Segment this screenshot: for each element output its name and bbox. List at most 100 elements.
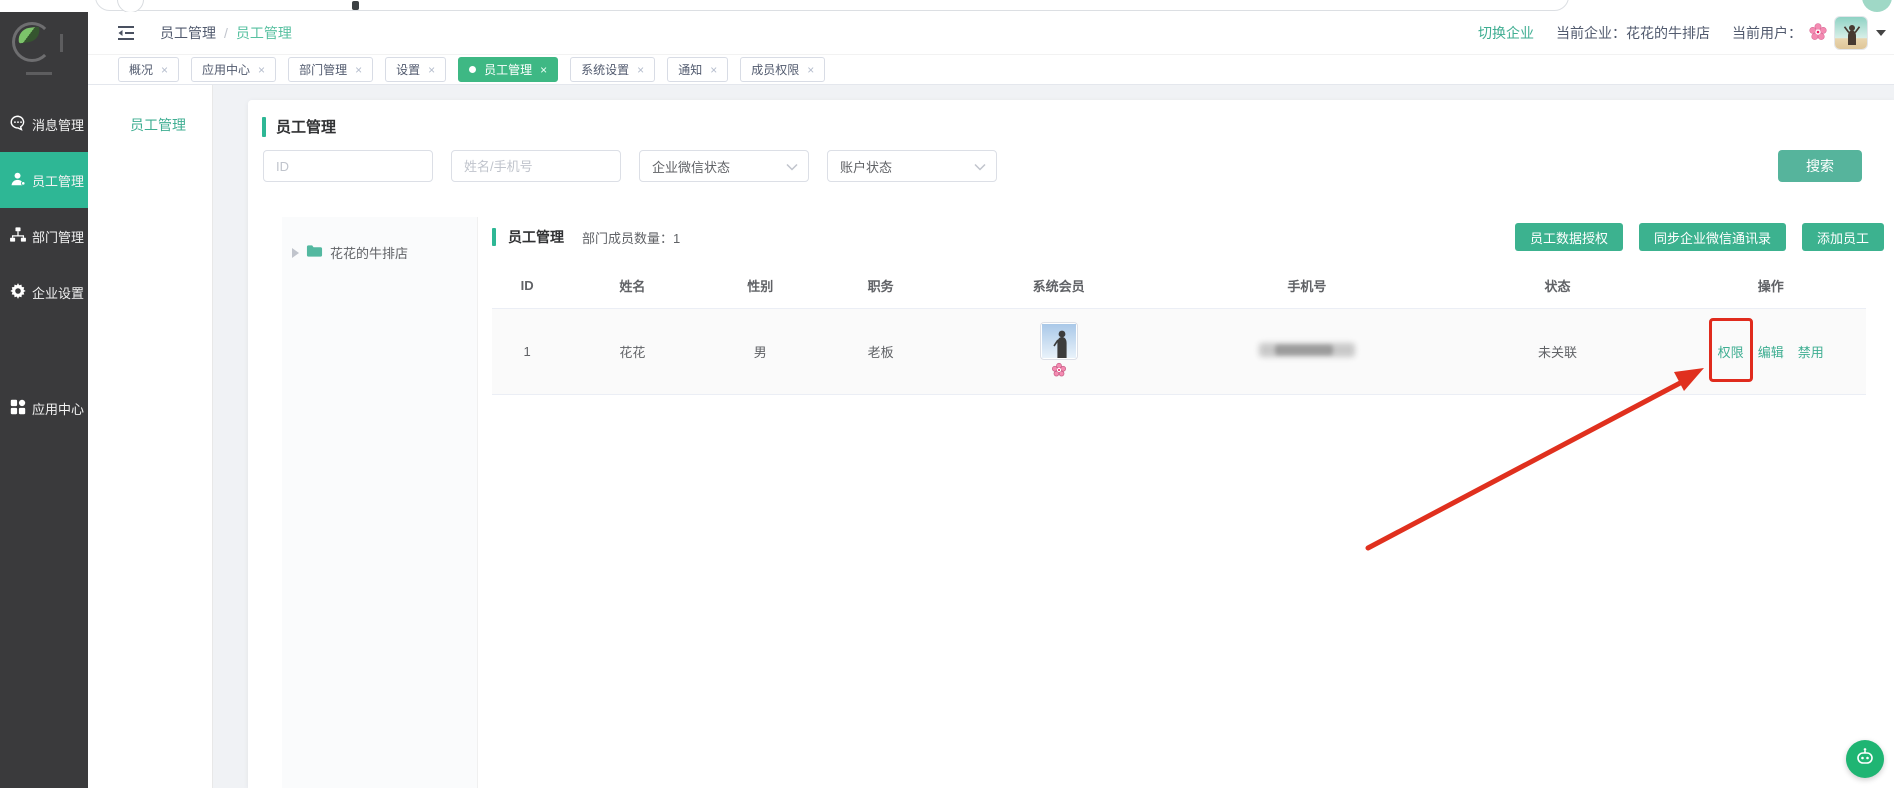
permission-link[interactable]: 权限 (1718, 342, 1744, 361)
user-avatar[interactable] (1834, 16, 1868, 50)
cell-status: 未关联 (1440, 308, 1676, 394)
employee-section-header: 员工管理 部门成员数量：1 员工数据授权 同步企业微信通讯录 添加员工 (492, 222, 1884, 252)
table-header-row: ID 姓名 性别 职务 系统会员 手机号 状态 操作 (492, 264, 1866, 308)
sync-wecom-contacts-button[interactable]: 同步企业微信通讯录 (1639, 223, 1786, 251)
cell-member (943, 308, 1174, 394)
add-employee-button[interactable]: 添加员工 (1802, 223, 1884, 251)
active-tab-dot (469, 66, 476, 73)
browser-edge-strip (0, 0, 1894, 12)
account-status-select[interactable]: 账户状态 (827, 150, 997, 182)
sidebar-item-employees[interactable]: 员工管理 (0, 152, 88, 208)
col-header-title: 职务 (818, 264, 943, 308)
secondary-sidebar: 员工管理 (88, 85, 213, 788)
tab-settings[interactable]: 设置 × (385, 57, 446, 82)
gear-icon (9, 282, 27, 303)
tab-close-icon[interactable]: × (355, 64, 362, 76)
col-header-status: 状态 (1440, 264, 1676, 308)
secondary-nav-item-employees[interactable]: 员工管理 (130, 115, 212, 135)
logo-dash (60, 34, 63, 52)
logo-dash (26, 72, 52, 75)
main-sidebar: 消息管理 员工管理 部门管理 企业设置 应用中心 (0, 12, 88, 788)
tab-employees-active[interactable]: 员工管理 × (458, 57, 558, 82)
chevron-down-icon (786, 159, 798, 174)
tab-notifications[interactable]: 通知 × (667, 57, 728, 82)
data-authorize-button[interactable]: 员工数据授权 (1515, 223, 1623, 251)
tab-label: 应用中心 (202, 61, 250, 78)
sidebar-item-label: 员工管理 (32, 171, 84, 190)
sidebar-item-label: 应用中心 (32, 399, 84, 418)
content-area: 员工管理 员工管理 企业微信状态 账户状态 搜索 花花的牛排店 (88, 85, 1894, 788)
cell-id: 1 (492, 308, 562, 394)
sidebar-item-departments[interactable]: 部门管理 (0, 208, 88, 264)
cell-name: 花花 (562, 308, 702, 394)
member-avatar[interactable] (1040, 322, 1078, 360)
chevron-down-icon (974, 159, 986, 174)
tab-app-center[interactable]: 应用中心 × (191, 57, 276, 82)
breadcrumb: 员工管理 / 员工管理 (160, 23, 292, 43)
tab-overview[interactable]: 概况 × (118, 57, 179, 82)
current-company-value: 花花的牛排店 (1626, 25, 1710, 41)
header-right: 切换企业 当前企业：花花的牛排店 当前用户： (1478, 16, 1894, 50)
tab-close-icon[interactable]: × (428, 64, 435, 76)
member-flower-badge-icon (1051, 362, 1067, 381)
tab-label: 成员权限 (751, 61, 799, 78)
name-phone-input[interactable] (451, 150, 621, 182)
account-status-value: 账户状态 (840, 157, 892, 176)
breadcrumb-separator: / (224, 25, 228, 41)
sidebar-item-settings[interactable]: 企业设置 (0, 264, 88, 320)
user-menu-caret-icon[interactable] (1876, 30, 1886, 36)
member-count: 部门成员数量：1 (582, 228, 680, 247)
org-chart-icon (9, 226, 27, 247)
breadcrumb-item[interactable]: 员工管理 (160, 23, 216, 43)
app-logo (0, 12, 88, 90)
sidebar-item-label: 部门管理 (32, 227, 84, 246)
app-grid-icon (9, 398, 27, 419)
tab-close-icon[interactable]: × (807, 64, 814, 76)
tab-member-permissions[interactable]: 成员权限 × (740, 57, 825, 82)
browser-omnibox (95, 0, 1569, 11)
table-toolbar: 员工数据授权 同步企业微信通讯录 添加员工 (1515, 223, 1884, 251)
browser-avatar-sliver (1862, 0, 1892, 12)
customer-support-button[interactable] (1846, 740, 1884, 778)
col-header-gender: 性别 (703, 264, 818, 308)
sidebar-collapse-icon[interactable] (116, 25, 136, 41)
main-card: 员工管理 企业微信状态 账户状态 搜索 花花的牛排店 (248, 100, 1894, 788)
department-tree-panel: 花花的牛排店 (282, 217, 478, 788)
tab-close-icon[interactable]: × (637, 64, 644, 76)
tab-label: 通知 (678, 61, 702, 78)
employee-table-section: 员工管理 部门成员数量：1 员工数据授权 同步企业微信通讯录 添加员工 ID 姓… (492, 222, 1884, 788)
flower-badge-icon (1808, 22, 1828, 45)
employee-table: ID 姓名 性别 职务 系统会员 手机号 状态 操作 1 花花 男 (492, 264, 1866, 395)
sidebar-item-app-center[interactable]: 应用中心 (0, 380, 88, 436)
col-header-actions: 操作 (1675, 264, 1866, 308)
wecom-status-select[interactable]: 企业微信状态 (639, 150, 809, 182)
tab-label: 员工管理 (484, 61, 532, 78)
col-header-phone: 手机号 (1174, 264, 1440, 308)
cell-actions: 权限 编辑 禁用 (1675, 308, 1866, 394)
tab-close-icon[interactable]: × (161, 64, 168, 76)
cell-title: 老板 (818, 308, 943, 394)
tree-node-root[interactable]: 花花的牛排店 (282, 217, 477, 262)
sidebar-item-messages[interactable]: 消息管理 (0, 96, 88, 152)
sidebar-item-label: 企业设置 (32, 283, 84, 302)
tree-expand-caret-icon[interactable] (292, 248, 299, 258)
employee-section-title: 员工管理 (508, 227, 564, 247)
search-filters: 企业微信状态 账户状态 (263, 150, 997, 182)
edit-link[interactable]: 编辑 (1758, 342, 1784, 361)
current-company-label: 当前企业： (1556, 25, 1626, 41)
tab-close-icon[interactable]: × (540, 64, 547, 76)
tab-close-icon[interactable]: × (258, 64, 265, 76)
breadcrumb-item-current[interactable]: 员工管理 (236, 23, 292, 43)
search-button[interactable]: 搜索 (1778, 150, 1862, 182)
tab-departments[interactable]: 部门管理× (288, 57, 373, 82)
disable-link[interactable]: 禁用 (1798, 342, 1824, 361)
filters-section-title: 员工管理 (262, 116, 336, 137)
switch-company-link[interactable]: 切换企业 (1478, 23, 1534, 43)
tab-label: 概况 (129, 61, 153, 78)
tab-system-settings[interactable]: 系统设置× (570, 57, 655, 82)
id-input[interactable] (263, 150, 433, 182)
tab-close-icon[interactable]: × (710, 64, 717, 76)
robot-icon (1854, 746, 1876, 773)
cell-gender: 男 (703, 308, 818, 394)
tab-label: 设置 (396, 61, 420, 78)
